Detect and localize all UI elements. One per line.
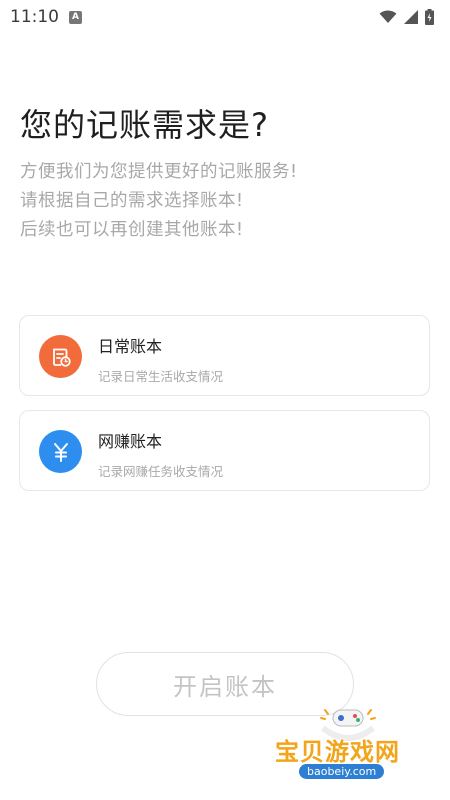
notification-glyph: A [72, 11, 79, 22]
online-earning-ledger-description: 记录网赚任务收支情况 [98, 464, 224, 479]
subtitle-line: 请根据自己的需求选择账本! [20, 191, 244, 211]
watermark-logo: 宝贝游戏网 baobeiy.com [275, 704, 425, 794]
status-left: 11:10 A [10, 7, 82, 27]
ledger-clock-icon [39, 335, 82, 378]
online-earning-ledger-title: 网赚账本 [98, 432, 163, 451]
status-time: 11:10 [10, 7, 59, 27]
page-title: 您的记账需求是? [20, 106, 269, 144]
status-right [379, 9, 434, 25]
watermark-text: 宝贝游戏网 [275, 738, 400, 766]
watermark-url: baobeiy.com [299, 764, 385, 779]
battery-icon [425, 9, 434, 25]
yen-icon [39, 430, 82, 473]
page-subtitle: 方便我们为您提供更好的记账服务! 请根据自己的需求选择账本! 后续也可以再创建其… [20, 158, 298, 245]
status-bar: 11:10 A [0, 0, 450, 34]
subtitle-line: 方便我们为您提供更好的记账服务! [20, 162, 298, 182]
wifi-icon [379, 10, 397, 23]
online-earning-ledger-option[interactable]: 网赚账本 记录网赚任务收支情况 [19, 410, 430, 491]
subtitle-line: 后续也可以再创建其他账本! [20, 220, 244, 240]
notification-icon: A [69, 10, 82, 24]
daily-ledger-title: 日常账本 [98, 337, 163, 356]
daily-ledger-option[interactable]: 日常账本 记录日常生活收支情况 [19, 315, 430, 396]
signal-icon [404, 10, 418, 24]
daily-ledger-description: 记录日常生活收支情况 [98, 369, 224, 384]
